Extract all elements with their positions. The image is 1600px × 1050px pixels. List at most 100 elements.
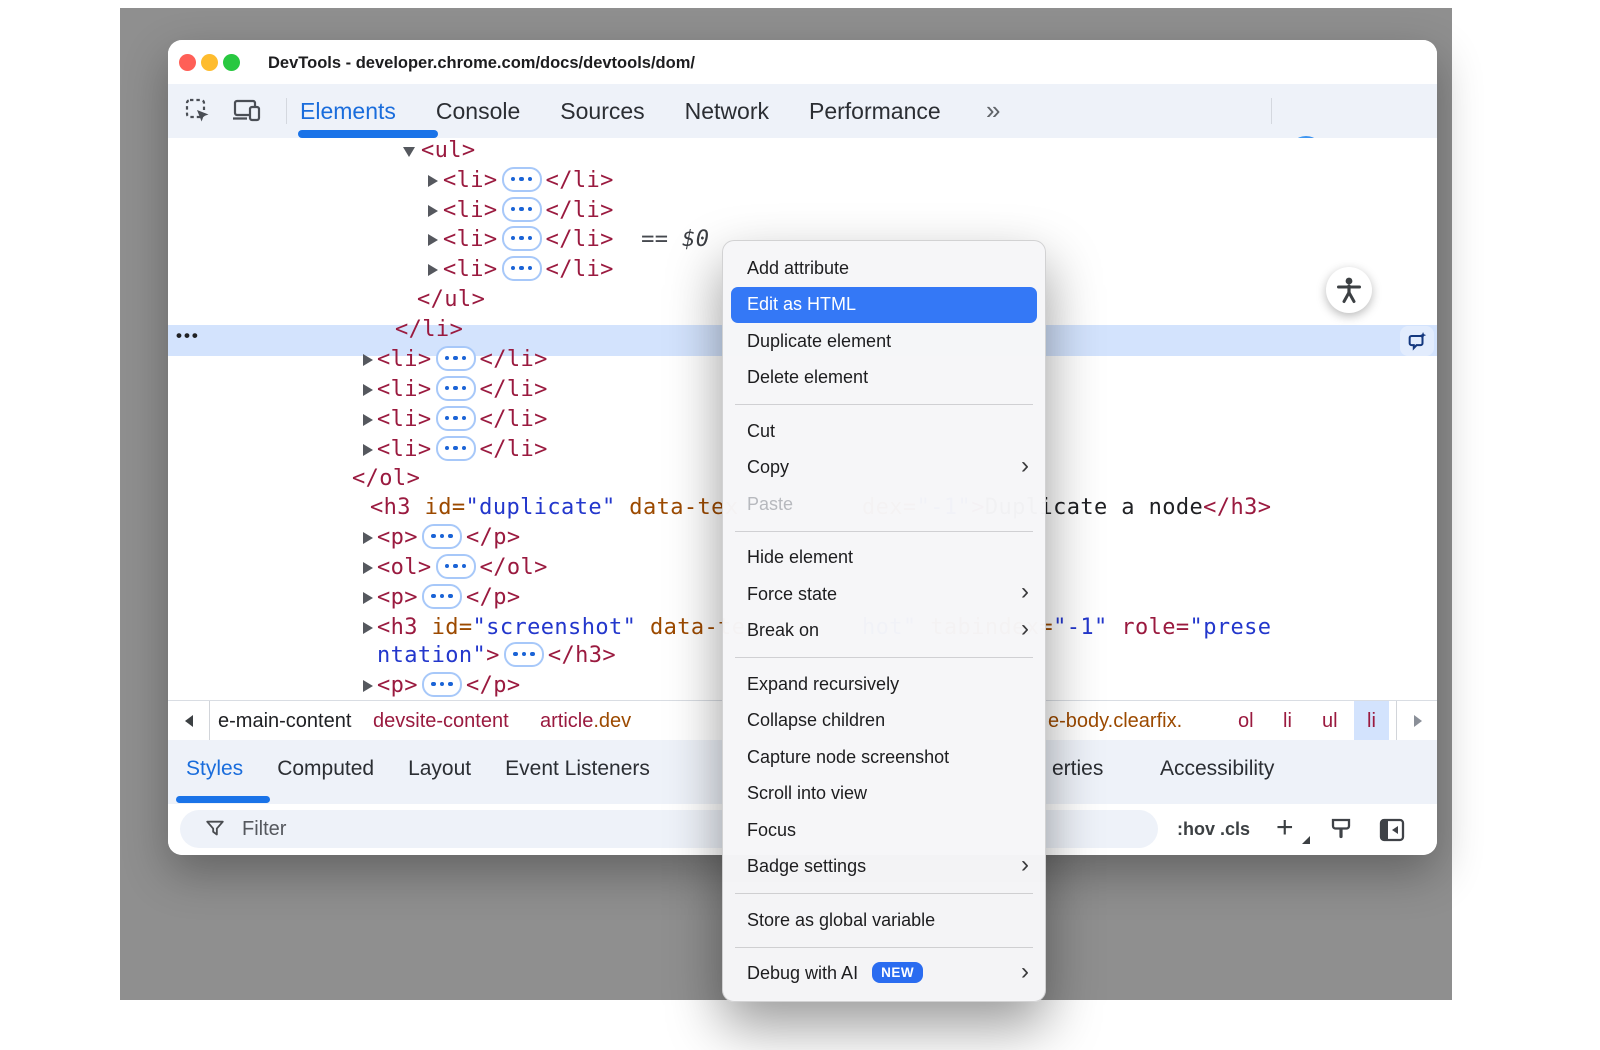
disclosure-collapsed-arrow[interactable] (428, 175, 438, 187)
sidebar-tab-accessibility[interactable]: Accessibility (1160, 740, 1274, 798)
inspect-element-icon[interactable] (184, 97, 212, 125)
collapsed-content-ellipsis[interactable] (422, 524, 462, 549)
menu-item-add-attribute[interactable]: Add attribute (723, 250, 1045, 287)
collapsed-content-ellipsis[interactable] (502, 167, 542, 192)
breadcrumb-item[interactable]: li (1283, 701, 1292, 741)
collapsed-content-ellipsis[interactable] (436, 346, 476, 371)
disclosure-collapsed-arrow[interactable] (363, 444, 373, 456)
disclosure-collapsed-arrow[interactable] (363, 354, 373, 366)
menu-item-capture-node-screenshot[interactable]: Capture node screenshot (723, 739, 1045, 776)
disclosure-collapsed-arrow[interactable] (363, 622, 373, 634)
sidebar-tab-event-listeners[interactable]: Event Listeners (505, 757, 650, 781)
breadcrumb-item[interactable]: e-body.clearfix. (1048, 701, 1182, 741)
breadcrumb-item[interactable]: e-main-content (218, 701, 351, 741)
dom-tree-row[interactable]: <p></p> (377, 583, 521, 613)
dom-tree-row[interactable]: <li></li> (443, 196, 614, 226)
collapsed-content-ellipsis[interactable] (502, 226, 542, 251)
dom-tree-row-selected[interactable]: <li></li> == $0 (443, 225, 709, 255)
breadcrumb-item[interactable]: ol (1238, 701, 1254, 741)
dom-tree-row[interactable]: <ul> (421, 136, 476, 166)
collapsed-content-ellipsis[interactable] (502, 256, 542, 281)
menu-item-hide-element[interactable]: Hide element (723, 540, 1045, 577)
menu-item-expand-recursively[interactable]: Expand recursively (723, 666, 1045, 703)
dom-tree-row[interactable]: ntation"></h3> (377, 641, 616, 671)
tab-network[interactable]: Network (685, 98, 769, 125)
tab-performance[interactable]: Performance (809, 98, 941, 125)
breadcrumb-item[interactable]: article.dev (540, 701, 631, 741)
collapsed-content-ellipsis[interactable] (436, 376, 476, 401)
menu-item-cut[interactable]: Cut (723, 413, 1045, 450)
dom-tree-row[interactable]: <li></li> (443, 166, 614, 196)
sidebar-tab-computed[interactable]: Computed (277, 757, 374, 781)
disclosure-collapsed-arrow[interactable] (428, 205, 438, 217)
collapsed-content-ellipsis[interactable] (436, 554, 476, 579)
menu-item-debug-with-ai[interactable]: Debug with AINEW› (723, 956, 1045, 993)
more-tabs-icon[interactable]: » (986, 95, 1000, 126)
menu-item-delete-element[interactable]: Delete element (723, 360, 1045, 397)
menu-item-collapse-children[interactable]: Collapse children (723, 703, 1045, 740)
menu-item-store-as-global-variable[interactable]: Store as global variable (723, 902, 1045, 939)
disclosure-expanded-arrow[interactable] (403, 147, 415, 157)
breadcrumb-scroll-left-button[interactable] (168, 701, 210, 741)
disclosure-collapsed-arrow[interactable] (428, 234, 438, 246)
code-token: e-body.clearfix. (1048, 710, 1182, 732)
device-toolbar-icon[interactable] (232, 98, 262, 124)
hide-panel-icon[interactable] (1378, 817, 1406, 843)
breadcrumb-item[interactable]: ul (1322, 701, 1338, 741)
menu-item-copy[interactable]: Copy› (723, 450, 1045, 487)
dom-tree-row[interactable]: <p></p> (377, 671, 521, 701)
traffic-light-zoom[interactable] (223, 54, 240, 71)
menu-item-break-on[interactable]: Break on› (723, 613, 1045, 650)
collapsed-content-ellipsis[interactable] (436, 436, 476, 461)
menu-item-edit-as-html[interactable]: Edit as HTML (731, 287, 1037, 324)
disclosure-collapsed-arrow[interactable] (428, 264, 438, 276)
element-classes-toggle[interactable]: .cls (1220, 804, 1250, 855)
hover-state-toggle[interactable]: :hov (1177, 804, 1215, 855)
dom-tree-row[interactable]: <h3 id="screenshot" data-te (377, 613, 745, 643)
dom-tree-row[interactable]: </li> (395, 315, 463, 345)
traffic-light-close[interactable] (179, 54, 196, 71)
menu-item-paste[interactable]: Paste (723, 486, 1045, 523)
collapsed-content-ellipsis[interactable] (436, 406, 476, 431)
disclosure-collapsed-arrow[interactable] (363, 680, 373, 692)
dom-tree-row[interactable]: </ol> (352, 464, 420, 494)
dom-tree-row[interactable]: <li></li> (377, 375, 548, 405)
dom-tree-row[interactable]: </ul> (417, 285, 485, 315)
disclosure-collapsed-arrow[interactable] (363, 384, 373, 396)
collapsed-content-ellipsis[interactable] (422, 584, 462, 609)
collapsed-content-ellipsis[interactable] (502, 197, 542, 222)
new-style-rule-button[interactable]: + (1276, 804, 1294, 855)
dom-tree-row[interactable]: <h3 id="duplicate" data-tex (370, 493, 738, 523)
collapsed-content-ellipsis[interactable] (422, 672, 462, 697)
tab-sources[interactable]: Sources (560, 98, 644, 125)
tab-elements[interactable]: Elements (300, 98, 396, 125)
menu-item-force-state[interactable]: Force state› (723, 576, 1045, 613)
disclosure-collapsed-arrow[interactable] (363, 532, 373, 544)
paint-brush-icon[interactable] (1328, 817, 1354, 843)
node-more-actions-dots[interactable]: ••• (176, 326, 200, 346)
disclosure-collapsed-arrow[interactable] (363, 562, 373, 574)
accessibility-person-icon[interactable] (1326, 267, 1372, 313)
disclosure-collapsed-arrow[interactable] (363, 414, 373, 426)
dom-tree-row[interactable]: <li></li> (443, 255, 614, 285)
sidebar-tab-layout[interactable]: Layout (408, 757, 471, 781)
menu-item-focus[interactable]: Focus (723, 812, 1045, 849)
breadcrumb-scroll-right-button[interactable] (1396, 701, 1437, 741)
ai-hint-button[interactable] (1400, 326, 1434, 356)
dom-tree-row[interactable]: <li></li> (377, 405, 548, 435)
collapsed-content-ellipsis[interactable] (504, 642, 544, 667)
sidebar-tab-styles[interactable]: Styles (186, 757, 243, 781)
disclosure-collapsed-arrow[interactable] (363, 592, 373, 604)
dom-tree-row[interactable]: <li></li> (377, 345, 548, 375)
traffic-light-minimize[interactable] (201, 54, 218, 71)
menu-item-scroll-into-view[interactable]: Scroll into view (723, 776, 1045, 813)
menu-item-duplicate-element[interactable]: Duplicate element (723, 323, 1045, 360)
breadcrumb-item[interactable]: li (1354, 701, 1389, 741)
dom-tree-row[interactable]: <li></li> (377, 435, 548, 465)
tab-console[interactable]: Console (436, 98, 520, 125)
dom-tree-row[interactable]: <p></p> (377, 523, 521, 553)
menu-item-badge-settings[interactable]: Badge settings› (723, 849, 1045, 886)
dom-tree-row[interactable]: <ol></ol> (377, 553, 548, 583)
breadcrumb-item[interactable]: devsite-content (373, 701, 509, 741)
sidebar-tab-erties[interactable]: erties (1052, 740, 1103, 798)
